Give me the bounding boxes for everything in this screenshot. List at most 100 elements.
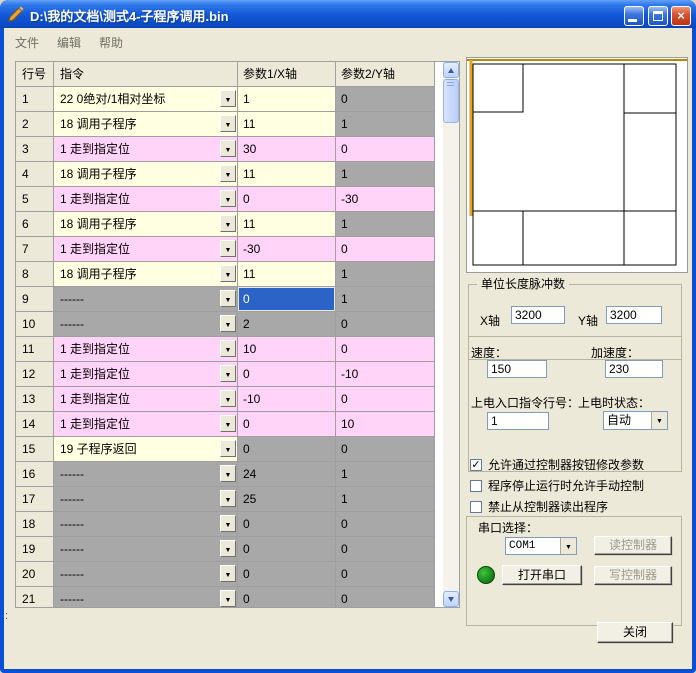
row-number-cell[interactable]: 6 <box>16 212 54 237</box>
param1-cell[interactable]: 25 <box>238 487 336 512</box>
param1-cell[interactable]: 11 <box>238 162 336 187</box>
dialog-close-button[interactable]: 关闭 <box>597 622 673 643</box>
param1-cell[interactable]: 0 <box>238 287 336 312</box>
row-number-cell[interactable]: 1 <box>16 87 54 112</box>
instruction-dropdown-button[interactable]: ▼ <box>220 490 236 507</box>
instruction-dropdown-button[interactable]: ▼ <box>220 115 236 132</box>
instruction-dropdown-button[interactable]: ▼ <box>220 365 236 382</box>
row-number-cell[interactable]: 20 <box>16 562 54 587</box>
accel-input[interactable]: 230 <box>605 360 663 378</box>
com-port-select[interactable]: COM1 ▼ <box>505 537 577 555</box>
instruction-cell[interactable]: 1 走到指定位 ▼ <box>54 412 238 437</box>
instruction-dropdown-button[interactable]: ▼ <box>220 140 236 157</box>
instruction-dropdown-button[interactable]: ▼ <box>220 265 236 282</box>
param2-cell[interactable]: 1 <box>336 487 435 512</box>
instruction-cell[interactable]: 1 走到指定位 ▼ <box>54 362 238 387</box>
instruction-dropdown-button[interactable]: ▼ <box>220 440 236 457</box>
row-number-cell[interactable]: 3 <box>16 137 54 162</box>
checkbox[interactable] <box>470 500 482 513</box>
menu-edit[interactable]: 编辑 <box>48 31 90 51</box>
row-number-cell[interactable]: 17 <box>16 487 54 512</box>
instruction-cell[interactable]: 1 走到指定位 ▼ <box>54 387 238 412</box>
maximize-button[interactable] <box>648 6 668 26</box>
instruction-dropdown-button[interactable]: ▼ <box>220 465 236 482</box>
param1-cell[interactable]: 0 <box>238 537 336 562</box>
instruction-cell[interactable]: 1 走到指定位 ▼ <box>54 137 238 162</box>
param2-cell[interactable]: 1 <box>336 262 435 287</box>
param2-cell[interactable]: -10 <box>336 362 435 387</box>
speed-input[interactable]: 150 <box>487 360 547 378</box>
instruction-cell[interactable]: 1 走到指定位 ▼ <box>54 337 238 362</box>
instruction-cell[interactable]: ------ ▼ <box>54 287 238 312</box>
instruction-cell[interactable]: ------ ▼ <box>54 487 238 512</box>
y-pulse-input[interactable]: 3200 <box>606 306 662 324</box>
instruction-dropdown-button[interactable]: ▼ <box>220 565 236 582</box>
param2-cell[interactable]: 0 <box>336 512 435 537</box>
param2-cell[interactable]: 0 <box>336 562 435 587</box>
instruction-dropdown-button[interactable]: ▼ <box>220 590 236 607</box>
row-number-cell[interactable]: 15 <box>16 437 54 462</box>
power-state-select[interactable]: 自动 ▼ <box>603 411 668 430</box>
instruction-cell[interactable]: ------ ▼ <box>54 512 238 537</box>
param1-cell[interactable]: 30 <box>238 137 336 162</box>
param1-cell[interactable]: -10 <box>238 387 336 412</box>
instruction-dropdown-button[interactable]: ▼ <box>220 90 236 107</box>
chevron-down-icon[interactable]: ▼ <box>651 412 667 429</box>
instruction-cell[interactable]: ------ ▼ <box>54 587 238 607</box>
row-number-cell[interactable]: 11 <box>16 337 54 362</box>
row-number-cell[interactable]: 10 <box>16 312 54 337</box>
param2-cell[interactable]: 0 <box>336 337 435 362</box>
instruction-cell[interactable]: ------ ▼ <box>54 562 238 587</box>
checkbox[interactable]: ✓ <box>470 458 482 471</box>
instruction-cell[interactable]: 18 调用子程序 ▼ <box>54 262 238 287</box>
param2-cell[interactable]: 0 <box>336 437 435 462</box>
instruction-cell[interactable]: 1 走到指定位 ▼ <box>54 237 238 262</box>
menu-help[interactable]: 帮助 <box>90 31 132 51</box>
instruction-cell[interactable]: 22 0绝对/1相对坐标 ▼ <box>54 87 238 112</box>
chevron-down-icon[interactable]: ▼ <box>560 538 576 554</box>
param2-cell[interactable]: 1 <box>336 462 435 487</box>
param1-cell[interactable]: 0 <box>238 512 336 537</box>
param2-cell[interactable]: 0 <box>336 387 435 412</box>
row-number-cell[interactable]: 12 <box>16 362 54 387</box>
checkbox[interactable] <box>470 479 482 492</box>
param1-cell[interactable]: 0 <box>238 562 336 587</box>
row-number-cell[interactable]: 8 <box>16 262 54 287</box>
param1-cell[interactable]: 0 <box>238 437 336 462</box>
instruction-dropdown-button[interactable]: ▼ <box>220 315 236 332</box>
instruction-dropdown-button[interactable]: ▼ <box>220 165 236 182</box>
param2-cell[interactable]: 0 <box>336 87 435 112</box>
row-number-cell[interactable]: 13 <box>16 387 54 412</box>
param2-cell[interactable]: 0 <box>336 237 435 262</box>
table-scrollbar[interactable] <box>443 62 459 607</box>
param2-cell[interactable]: 0 <box>336 137 435 162</box>
instruction-cell[interactable]: 1 走到指定位 ▼ <box>54 187 238 212</box>
read-controller-button[interactable]: 读控制器 <box>594 536 672 555</box>
instruction-cell[interactable]: ------ ▼ <box>54 312 238 337</box>
param2-cell[interactable]: 0 <box>336 537 435 562</box>
row-number-cell[interactable]: 14 <box>16 412 54 437</box>
param2-cell[interactable]: 10 <box>336 412 435 437</box>
param2-cell[interactable]: 1 <box>336 212 435 237</box>
row-number-cell[interactable]: 16 <box>16 462 54 487</box>
param1-cell[interactable]: 10 <box>238 337 336 362</box>
param1-cell[interactable]: 0 <box>238 362 336 387</box>
param2-cell[interactable]: 1 <box>336 162 435 187</box>
instruction-cell[interactable]: ------ ▼ <box>54 462 238 487</box>
row-number-cell[interactable]: 18 <box>16 512 54 537</box>
param2-cell[interactable]: 1 <box>336 287 435 312</box>
row-number-cell[interactable]: 21 <box>16 587 54 607</box>
instruction-dropdown-button[interactable]: ▼ <box>220 290 236 307</box>
param2-cell[interactable]: 0 <box>336 587 435 607</box>
row-number-cell[interactable]: 4 <box>16 162 54 187</box>
row-number-cell[interactable]: 5 <box>16 187 54 212</box>
row-number-cell[interactable]: 9 <box>16 287 54 312</box>
param1-cell[interactable]: -30 <box>238 237 336 262</box>
row-number-cell[interactable]: 2 <box>16 112 54 137</box>
title-bar[interactable]: D:\我的文档\测式4-子程序调用.bin × <box>0 0 696 28</box>
param2-cell[interactable]: 1 <box>336 112 435 137</box>
minimize-button[interactable] <box>624 6 644 26</box>
param1-cell[interactable]: 24 <box>238 462 336 487</box>
open-serial-button[interactable]: 打开串口 <box>502 565 582 585</box>
param1-cell[interactable]: 1 <box>238 87 336 112</box>
